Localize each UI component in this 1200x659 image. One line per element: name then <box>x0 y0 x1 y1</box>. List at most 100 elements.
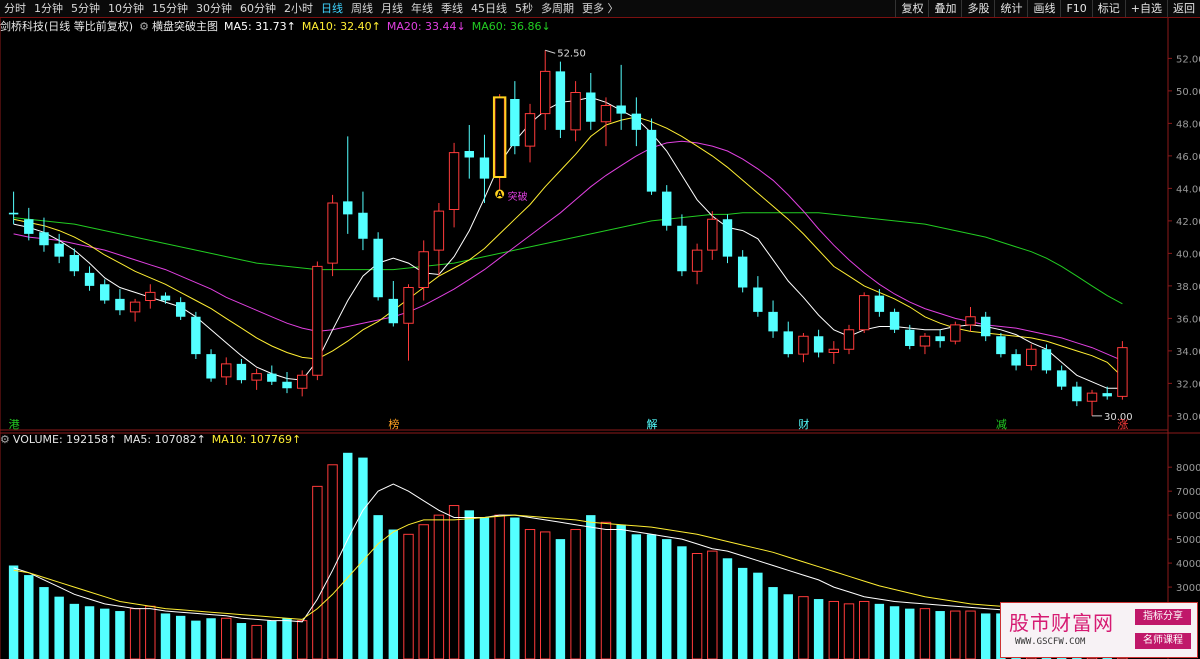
candle-23 <box>358 191 368 251</box>
candle-1 <box>24 207 34 241</box>
price-tick-label-2: 34.00 <box>1176 347 1200 358</box>
candle-69 <box>1056 365 1067 390</box>
volume-bar-51 <box>783 594 793 659</box>
volume-bar-61 <box>935 611 945 659</box>
volume-bar-1 <box>24 575 34 659</box>
volume-bar-4 <box>69 603 80 659</box>
candle-52 <box>798 333 809 363</box>
volume-bar-35 <box>540 531 551 659</box>
candle-15 <box>236 359 247 384</box>
candle-5 <box>84 266 95 291</box>
candle-50 <box>768 300 778 338</box>
candle-27 <box>418 240 429 301</box>
volume-bar-60 <box>919 608 931 659</box>
volume-bar-47 <box>722 558 733 659</box>
candle-63 <box>965 307 976 332</box>
candle-12 <box>191 311 201 359</box>
candle-30 <box>464 125 474 179</box>
candle-71 <box>1086 389 1098 416</box>
candle-14 <box>221 357 232 385</box>
candle-29 <box>448 142 460 228</box>
watermark-tag-share: 指标分享 <box>1135 609 1191 625</box>
watermark-title: 股市财富网 <box>1009 611 1114 635</box>
candle-35 <box>540 50 551 130</box>
volume-bar-0 <box>8 565 19 659</box>
candle-36 <box>555 61 566 138</box>
breakout-marker-letter: A <box>497 190 504 199</box>
volume-bar-6 <box>100 608 110 659</box>
price-tick-label-9: 48.00 <box>1176 119 1200 130</box>
candle-53 <box>813 329 824 358</box>
volume-bar-62 <box>950 610 961 659</box>
ma60-line <box>13 212 1123 305</box>
candle-47 <box>722 214 733 264</box>
volume-bar-43 <box>662 539 672 659</box>
volume-bar-42 <box>646 534 657 659</box>
candle-67 <box>1026 344 1037 371</box>
candle-8 <box>129 298 141 322</box>
volume-bar-34 <box>524 529 536 659</box>
event-marker-4: 减 <box>996 418 1007 431</box>
candle-65 <box>996 333 1006 358</box>
volume-bar-11 <box>175 615 186 659</box>
volume-bar-36 <box>555 539 566 659</box>
candle-25 <box>388 281 399 327</box>
candle-7 <box>115 289 125 316</box>
price-tick-label-6: 42.00 <box>1176 217 1200 228</box>
candle-32 <box>494 94 505 190</box>
candle-33 <box>510 81 520 155</box>
candle-10 <box>160 292 171 304</box>
volume-bar-14 <box>221 617 232 659</box>
high-pointer <box>545 49 556 54</box>
volume-bar-45 <box>691 553 703 659</box>
candle-26 <box>403 284 414 361</box>
candle-19 <box>296 370 308 397</box>
candle-49 <box>753 276 763 317</box>
price-tick-label-11: 52.00 <box>1176 54 1200 65</box>
candle-64 <box>980 311 991 342</box>
candle-48 <box>737 250 748 293</box>
volume-tick-label-4: 7000 <box>1176 487 1200 498</box>
volume-bar-24 <box>373 515 383 659</box>
volume-bar-8 <box>129 608 141 659</box>
volume-bar-53 <box>813 599 824 659</box>
price-tick-label-10: 50.00 <box>1176 87 1200 98</box>
volume-tick-label-2: 5000 <box>1176 535 1200 546</box>
candle-17 <box>267 365 277 385</box>
volume-bar-29 <box>448 505 460 659</box>
candle-66 <box>1011 349 1021 371</box>
candle-37 <box>570 81 581 142</box>
volume-bar-17 <box>267 620 277 659</box>
volume-bar-46 <box>707 550 718 659</box>
volume-bar-12 <box>191 620 201 659</box>
event-marker-1: 榜 <box>388 417 399 431</box>
volume-bar-13 <box>206 618 216 659</box>
high-label: 52.50 <box>557 48 586 59</box>
volume-bar-58 <box>889 606 900 659</box>
candle-2 <box>39 217 49 252</box>
candle-0 <box>8 191 19 225</box>
volume-bar-52 <box>798 596 809 659</box>
volume-bar-31 <box>479 517 490 659</box>
volume-bar-63 <box>965 610 976 659</box>
candle-68 <box>1041 344 1052 374</box>
volume-ma10-line <box>13 514 1123 620</box>
volume-bar-39 <box>600 521 612 659</box>
candle-9 <box>145 284 156 309</box>
candle-62 <box>950 321 961 345</box>
volume-bar-25 <box>388 529 399 659</box>
volume-bar-16 <box>251 624 262 659</box>
price-tick-label-4: 38.00 <box>1176 282 1200 293</box>
volume-bar-9 <box>145 605 156 659</box>
kline-chart[interactable]: 30.00 32.00 34.00 36.00 38.00 40.00 42.00 44.00… <box>0 0 1200 659</box>
candle-13 <box>206 349 216 382</box>
volume-bar-19 <box>296 620 308 659</box>
breakout-label: 突破 <box>508 190 528 203</box>
candle-22 <box>343 136 353 234</box>
candle-34 <box>524 103 536 163</box>
price-tick-label-5: 40.00 <box>1176 249 1200 260</box>
volume-bar-18 <box>282 618 292 659</box>
volume-bar-26 <box>403 533 414 659</box>
candle-44 <box>677 214 687 277</box>
candle-39 <box>600 97 612 147</box>
